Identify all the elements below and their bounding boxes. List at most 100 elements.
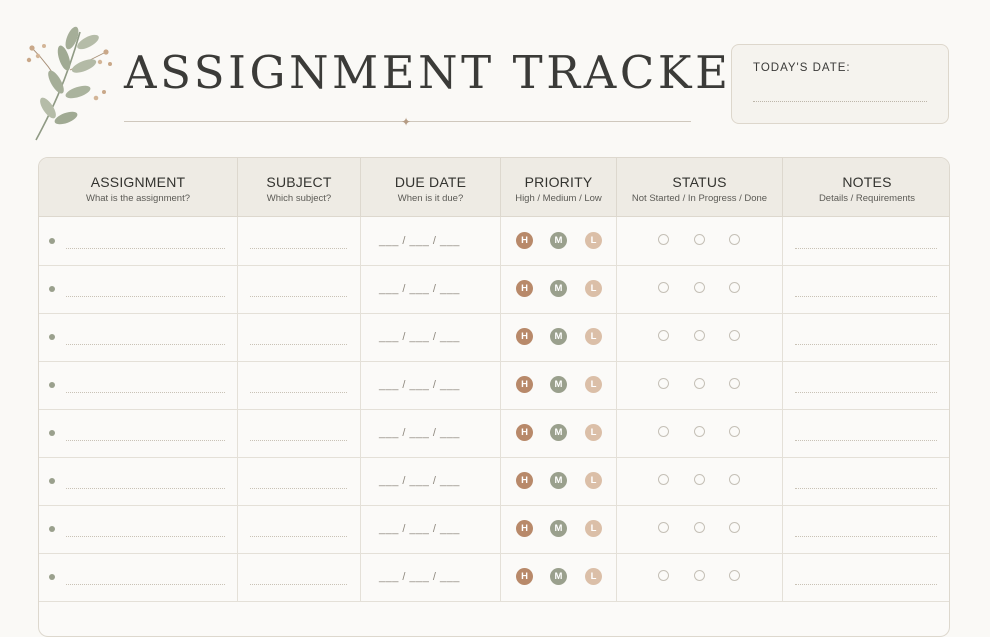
- priority-option-h[interactable]: H: [516, 232, 533, 249]
- status-radio[interactable]: [729, 570, 740, 581]
- status-radio[interactable]: [694, 474, 705, 485]
- subject-cell[interactable]: [238, 409, 361, 457]
- priority-option-m[interactable]: M: [550, 328, 567, 345]
- subject-cell[interactable]: [238, 217, 361, 265]
- due-date-cell[interactable]: ___ / ___ / ___: [361, 361, 501, 409]
- priority-option-h[interactable]: H: [516, 328, 533, 345]
- assignment-cell[interactable]: [39, 217, 238, 265]
- assignment-table: ASSIGNMENT What is the assignment? SUBJE…: [38, 157, 950, 637]
- status-radio[interactable]: [729, 426, 740, 437]
- status-radio[interactable]: [729, 474, 740, 485]
- notes-cell[interactable]: [783, 505, 949, 553]
- due-date-placeholder: ___ / ___ / ___: [379, 283, 460, 295]
- due-date-cell[interactable]: ___ / ___ / ___: [361, 553, 501, 601]
- assignment-write-line: [66, 344, 225, 345]
- status-radio[interactable]: [729, 522, 740, 533]
- priority-option-m[interactable]: M: [550, 472, 567, 489]
- notes-cell[interactable]: [783, 265, 949, 313]
- status-radio[interactable]: [729, 330, 740, 341]
- priority-cell: HM L: [501, 217, 617, 265]
- notes-cell[interactable]: [783, 409, 949, 457]
- assignment-cell[interactable]: [39, 553, 238, 601]
- status-radio[interactable]: [694, 570, 705, 581]
- priority-option-h[interactable]: H: [516, 520, 533, 537]
- status-radio[interactable]: [658, 570, 669, 581]
- priority-option-h[interactable]: H: [516, 472, 533, 489]
- todays-date-box: TODAY'S DATE:: [731, 44, 949, 124]
- status-radio[interactable]: [729, 378, 740, 389]
- column-header-status: STATUS Not Started / In Progress / Done: [617, 158, 783, 216]
- status-radio[interactable]: [729, 282, 740, 293]
- priority-option-h[interactable]: H: [516, 376, 533, 393]
- status-radio[interactable]: [694, 378, 705, 389]
- priority-option-l[interactable]: L: [585, 568, 602, 585]
- subject-cell[interactable]: [238, 265, 361, 313]
- due-date-cell[interactable]: ___ / ___ / ___: [361, 265, 501, 313]
- priority-option-m[interactable]: M: [550, 280, 567, 297]
- status-radio[interactable]: [694, 426, 705, 437]
- status-radio[interactable]: [658, 522, 669, 533]
- priority-option-l[interactable]: L: [585, 280, 602, 297]
- assignment-cell[interactable]: [39, 409, 238, 457]
- assignment-cell[interactable]: [39, 313, 238, 361]
- bullet-dot: [49, 286, 55, 292]
- due-date-placeholder: ___ / ___ / ___: [379, 523, 460, 535]
- subject-cell[interactable]: [238, 361, 361, 409]
- status-radio[interactable]: [694, 282, 705, 293]
- bullet-dot: [49, 238, 55, 244]
- notes-cell[interactable]: [783, 553, 949, 601]
- assignment-cell[interactable]: [39, 265, 238, 313]
- priority-option-l[interactable]: L: [585, 328, 602, 345]
- priority-option-l[interactable]: L: [585, 472, 602, 489]
- notes-cell[interactable]: [783, 361, 949, 409]
- status-radio[interactable]: [694, 522, 705, 533]
- status-cell: [617, 217, 783, 265]
- priority-option-m[interactable]: M: [550, 376, 567, 393]
- priority-option-l[interactable]: L: [585, 520, 602, 537]
- subject-write-line: [250, 440, 347, 441]
- subject-write-line: [250, 296, 347, 297]
- due-date-cell[interactable]: ___ / ___ / ___: [361, 457, 501, 505]
- priority-option-l[interactable]: L: [585, 376, 602, 393]
- priority-option-m[interactable]: M: [550, 424, 567, 441]
- assignment-cell[interactable]: [39, 505, 238, 553]
- assignment-cell[interactable]: [39, 361, 238, 409]
- due-date-cell[interactable]: ___ / ___ / ___: [361, 505, 501, 553]
- status-radio[interactable]: [729, 234, 740, 245]
- due-date-cell[interactable]: ___ / ___ / ___: [361, 409, 501, 457]
- status-radio[interactable]: [658, 282, 669, 293]
- priority-option-m[interactable]: M: [550, 232, 567, 249]
- notes-cell[interactable]: [783, 457, 949, 505]
- assignment-write-line: [66, 536, 225, 537]
- notes-write-line: [795, 584, 937, 585]
- subject-cell[interactable]: [238, 457, 361, 505]
- status-radio[interactable]: [694, 330, 705, 341]
- priority-option-m[interactable]: M: [550, 520, 567, 537]
- status-radio[interactable]: [658, 378, 669, 389]
- priority-cell: HM L: [501, 313, 617, 361]
- todays-date-field[interactable]: [753, 101, 927, 102]
- status-radio[interactable]: [658, 234, 669, 245]
- status-radio[interactable]: [658, 426, 669, 437]
- notes-cell[interactable]: [783, 313, 949, 361]
- notes-write-line: [795, 344, 937, 345]
- notes-write-line: [795, 488, 937, 489]
- status-radio[interactable]: [694, 234, 705, 245]
- priority-option-l[interactable]: L: [585, 424, 602, 441]
- status-radio[interactable]: [658, 474, 669, 485]
- priority-option-h[interactable]: H: [516, 280, 533, 297]
- subject-cell[interactable]: [238, 505, 361, 553]
- priority-option-m[interactable]: M: [550, 568, 567, 585]
- due-date-cell[interactable]: ___ / ___ / ___: [361, 313, 501, 361]
- notes-cell[interactable]: [783, 217, 949, 265]
- subject-cell[interactable]: [238, 313, 361, 361]
- due-date-cell[interactable]: ___ / ___ / ___: [361, 217, 501, 265]
- priority-option-h[interactable]: H: [516, 568, 533, 585]
- priority-option-l[interactable]: L: [585, 232, 602, 249]
- priority-option-h[interactable]: H: [516, 424, 533, 441]
- due-date-placeholder: ___ / ___ / ___: [379, 235, 460, 247]
- assignment-cell[interactable]: [39, 457, 238, 505]
- subject-cell[interactable]: [238, 553, 361, 601]
- column-header-notes: NOTES Details / Requirements: [818, 174, 916, 204]
- status-radio[interactable]: [658, 330, 669, 341]
